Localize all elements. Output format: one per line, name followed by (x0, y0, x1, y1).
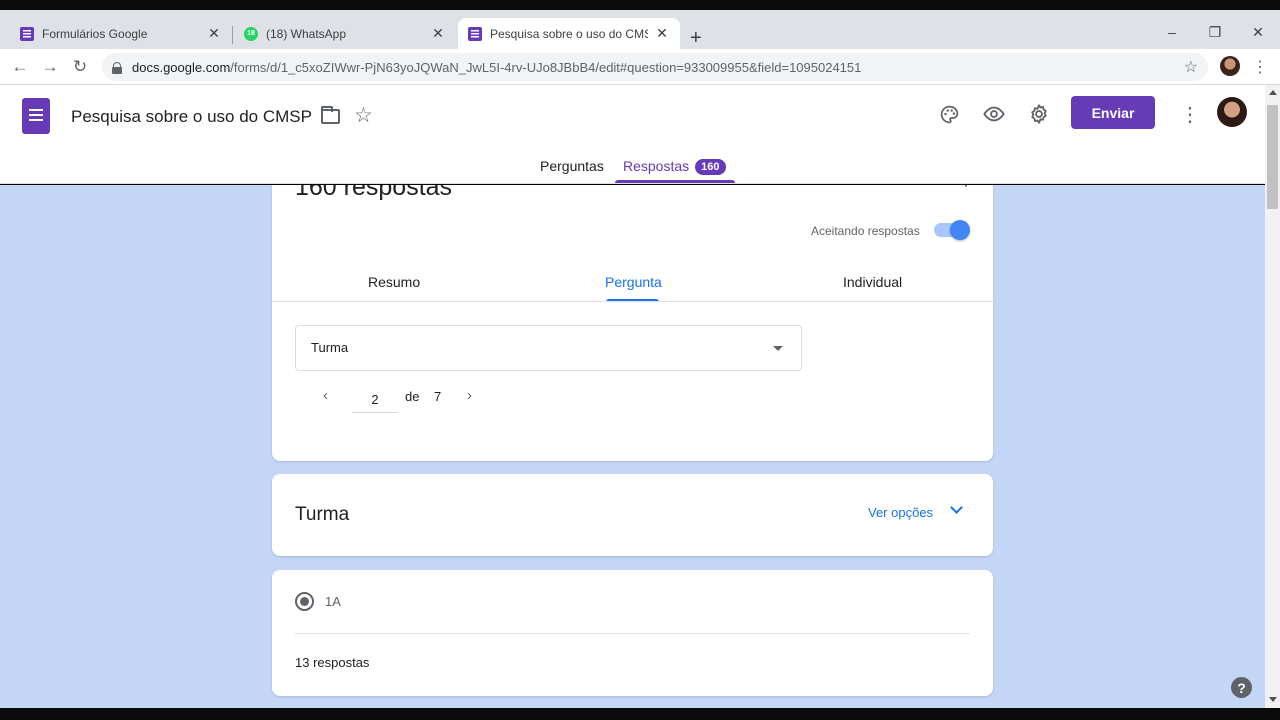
browser-menu-icon[interactable]: ⋮ (1252, 57, 1268, 77)
active-tab-indicator (615, 180, 735, 183)
form-title[interactable]: Pesquisa sobre o uso do CMSP (71, 107, 312, 127)
question-page-input[interactable]: 2 (352, 383, 398, 413)
new-tab-button[interactable]: + (690, 28, 702, 48)
question-select-value: Turma (311, 340, 349, 355)
settings-gear-icon[interactable] (1027, 102, 1051, 126)
tab-separator (232, 26, 233, 44)
answer-option-label: 1A (325, 594, 341, 609)
google-forms-icon (20, 26, 34, 41)
address-bar[interactable]: docs.google.com/forms/d/1_c5xoZIWwr-PjN6… (102, 53, 1208, 81)
tab-title: Formulários Google (42, 26, 148, 41)
responses-summary-card: 160 respostas ⋮ Aceitando respostas Resu… (272, 185, 993, 461)
pager-total: 7 (434, 389, 442, 404)
divider (272, 301, 993, 302)
tab-perguntas[interactable]: Perguntas (540, 158, 604, 174)
more-options-icon[interactable]: ⋮ (1180, 102, 1200, 127)
question-card: Turma Ver opções (272, 474, 993, 556)
browser-tab-whatsapp[interactable]: 18 (18) WhatsApp ✕ (234, 18, 456, 49)
window-close-button[interactable]: ✕ (1236, 24, 1280, 41)
tab-title: (18) WhatsApp (266, 26, 347, 41)
screen-bottom-edge (0, 708, 1280, 720)
answer-group-card: 1A 13 respostas (272, 570, 993, 696)
responses-content: 160 respostas ⋮ Aceitando respostas Resu… (0, 185, 1265, 708)
browser-tab-strip: Formulários Google ✕ 18 (18) WhatsApp ✕ … (0, 10, 1280, 49)
back-icon[interactable]: ← (9, 56, 31, 78)
responses-count-badge: 160 (695, 159, 726, 175)
tab-title: Pesquisa sobre o uso do CMSP - (490, 26, 648, 41)
previous-question-icon[interactable]: ‹ (323, 387, 328, 404)
next-question-icon[interactable]: › (467, 387, 472, 404)
google-forms-logo-icon[interactable] (22, 98, 50, 134)
tab-pergunta[interactable]: Pergunta (605, 274, 662, 290)
bookmark-star-icon[interactable]: ☆ (1184, 57, 1198, 77)
profile-avatar[interactable] (1220, 56, 1240, 76)
browser-tab-forms[interactable]: Formulários Google ✕ (10, 18, 232, 49)
radio-selected-icon (295, 592, 314, 611)
chevron-down-icon[interactable] (950, 501, 963, 514)
close-icon[interactable]: ✕ (206, 25, 222, 42)
minimize-button[interactable]: – (1150, 24, 1194, 40)
scroll-down-arrow-icon[interactable] (1269, 697, 1277, 702)
view-options-link[interactable]: Ver opções (868, 505, 933, 520)
forward-icon[interactable]: → (39, 56, 61, 78)
folder-icon[interactable] (321, 106, 340, 124)
accepting-responses-label: Aceitando respostas (811, 224, 920, 238)
scroll-up-arrow-icon[interactable] (1269, 90, 1277, 95)
close-icon[interactable]: ✕ (430, 25, 446, 42)
url-path: /forms/d/1_c5xoZIWwr-PjN63yoJQWaN_JwL5I-… (230, 59, 862, 75)
tab-individual[interactable]: Individual (843, 274, 902, 290)
palette-icon[interactable] (937, 102, 961, 126)
question-title: Turma (295, 504, 350, 525)
divider (295, 633, 970, 634)
star-icon[interactable]: ☆ (354, 105, 373, 126)
url-host: docs.google.com (132, 59, 231, 75)
restore-button[interactable]: ❐ (1193, 24, 1237, 41)
tab-resumo[interactable]: Resumo (368, 274, 420, 290)
tab-respostas-label: Respostas (623, 158, 690, 174)
browser-toolbar: ← → ↻ docs.google.com/forms/d/1_c5xoZIWw… (0, 49, 1280, 85)
lock-icon (112, 61, 122, 74)
preview-eye-icon[interactable] (982, 102, 1006, 126)
account-avatar[interactable] (1217, 97, 1247, 127)
send-button[interactable]: Enviar (1071, 96, 1155, 129)
question-select[interactable]: Turma (295, 325, 802, 371)
page-scrollbar[interactable] (1265, 85, 1280, 708)
forms-header: Pesquisa sobre o uso do CMSP ☆ Enviar ⋮ … (0, 85, 1265, 184)
scrollbar-thumb[interactable] (1267, 105, 1278, 209)
tab-respostas[interactable]: Respostas 160 (623, 158, 726, 175)
help-icon[interactable]: ? (1231, 677, 1252, 698)
close-icon[interactable]: ✕ (654, 25, 670, 42)
reload-icon[interactable]: ↻ (69, 56, 91, 78)
screen-top-edge (0, 0, 1280, 10)
browser-tab-pesquisa[interactable]: Pesquisa sobre o uso do CMSP - ✕ (458, 18, 680, 49)
dropdown-caret-icon (773, 346, 783, 351)
more-options-icon[interactable]: ⋮ (957, 185, 975, 190)
accepting-responses-toggle[interactable] (934, 220, 970, 240)
google-forms-icon (468, 26, 482, 41)
whatsapp-icon: 18 (244, 26, 258, 41)
answer-response-count: 13 respostas (295, 655, 370, 670)
pager-of-label: de (405, 389, 420, 404)
response-count: 160 respostas (295, 185, 453, 201)
